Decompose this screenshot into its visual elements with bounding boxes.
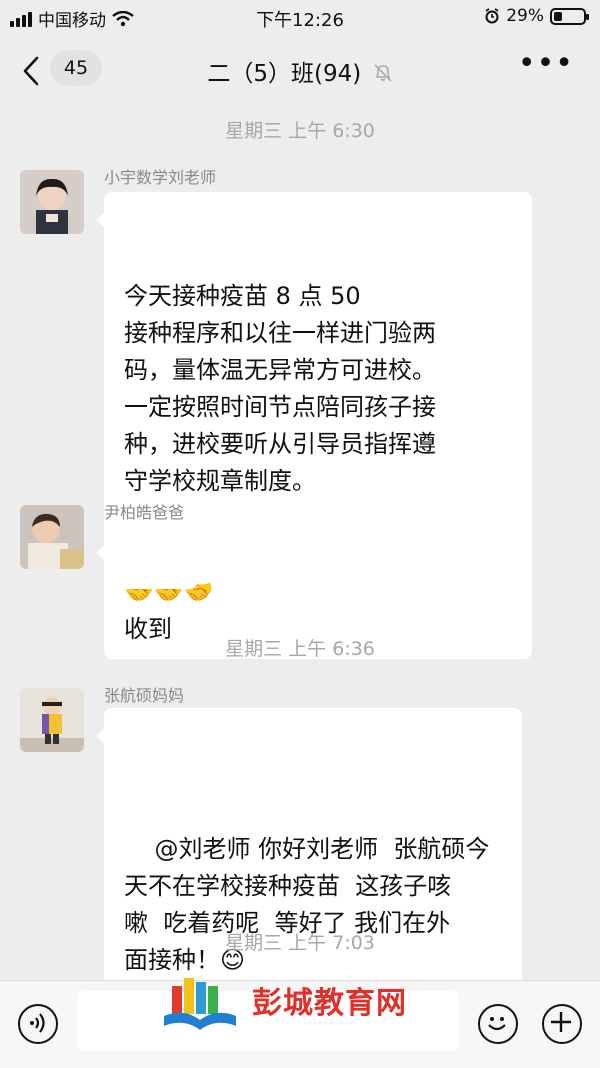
sender-name: 尹柏皓爸爸 [104, 503, 185, 522]
timestamp: 星期三 上午 7:03 [225, 932, 375, 954]
status-right: 29% [484, 6, 589, 26]
chat-title-wrap: 二（5）班(94) [0, 54, 600, 88]
chat-title: 二（5）班(94) [207, 61, 362, 87]
watermark-text: 彭城教育网 [252, 986, 407, 1021]
sender-name: 小宇数学刘老师 [104, 168, 217, 187]
battery-icon [550, 7, 589, 25]
timestamp: 星期三 上午 6:36 [225, 638, 375, 660]
voice-glyph [30, 1013, 45, 1033]
chat-header: 45 二（5）班(94) ••• [0, 34, 600, 104]
mute-icon [374, 64, 392, 82]
emoji-icon[interactable] [478, 1004, 518, 1044]
timestamp: 星期三 上午 6:30 [225, 120, 375, 142]
add-glyph [551, 1012, 571, 1032]
avatar[interactable] [20, 505, 84, 569]
alarm-icon [485, 8, 499, 24]
battery-fill [554, 11, 562, 21]
voice-icon[interactable] [18, 1004, 58, 1044]
message-bubble[interactable]: 收到 [96, 525, 198, 643]
watermark-logo-icon [164, 978, 236, 1030]
message-text: 今天接种疫苗 8 点 50 接种程序和以往一样进门验两 码，量体温无异常方可进校… [124, 282, 436, 495]
add-icon[interactable] [542, 1004, 582, 1044]
battery-percent: 29% [506, 6, 544, 26]
status-bar: 中国移动 下午12:26 29% [0, 0, 600, 34]
watermark: 彭城教育网 [160, 968, 440, 1038]
avatar-image [20, 170, 84, 234]
avatar-image [20, 505, 84, 569]
sender-name: 张航硕妈妈 [104, 686, 185, 705]
more-icon[interactable]: ••• [518, 46, 574, 81]
emoji-glyph [488, 1017, 506, 1031]
avatar[interactable] [20, 170, 84, 234]
avatar-image [20, 688, 84, 752]
avatar[interactable] [20, 688, 84, 752]
